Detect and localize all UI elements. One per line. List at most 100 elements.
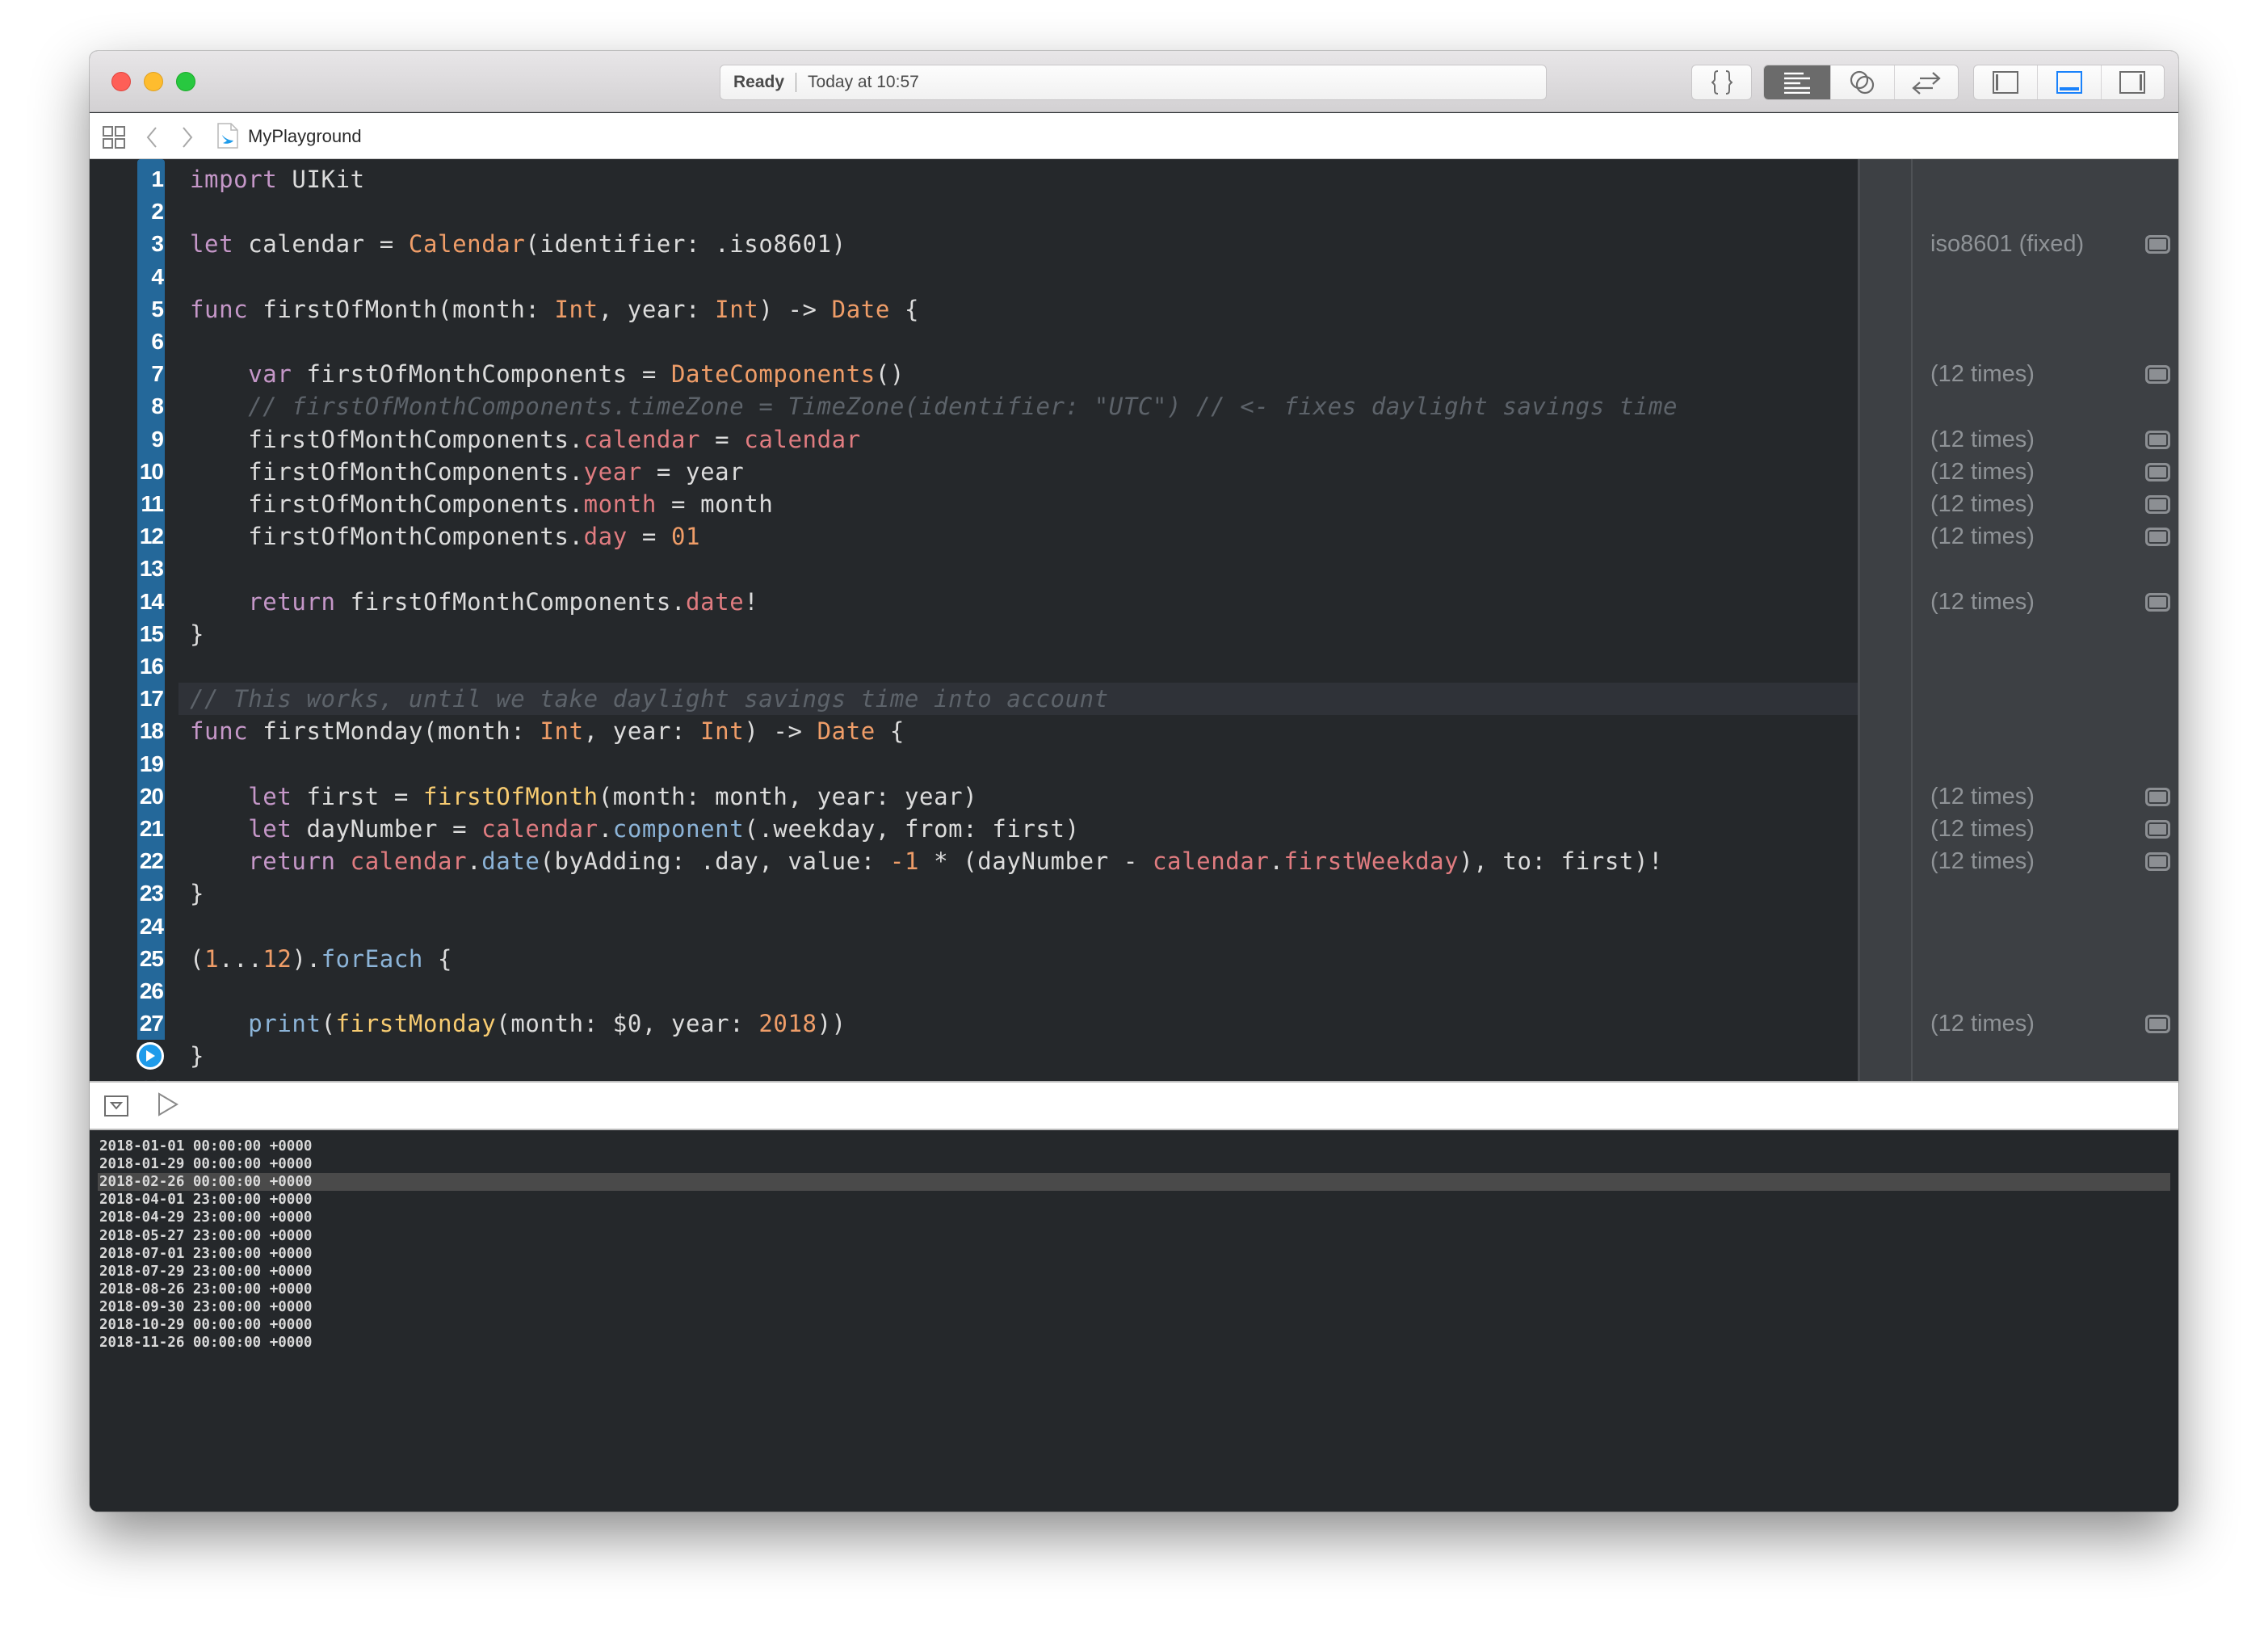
code-token: = month <box>656 490 774 518</box>
code-line[interactable] <box>90 650 1858 683</box>
code-token: firstMonday(month: <box>248 717 540 746</box>
code-token: * (dayNumber - <box>919 847 1153 876</box>
code-token: = <box>627 523 671 551</box>
toggle-debug-area-button[interactable] <box>2037 65 2100 99</box>
result-value: (12 times) <box>1930 816 2035 842</box>
code-line[interactable]: let calendar = Calendar(identifier: .iso… <box>90 228 1858 260</box>
code-line[interactable]: print(firstMonday(month: $0, year: 2018)… <box>90 1007 1858 1040</box>
console-line[interactable]: 2018-10-29 00:00:00 +0000 <box>98 1316 312 1334</box>
toggle-navigator-button[interactable] <box>1974 65 2037 99</box>
quick-look-icon[interactable] <box>2145 462 2170 481</box>
code-line[interactable] <box>90 326 1858 358</box>
code-token: ) -> <box>744 717 817 746</box>
activity-viewer: Ready Today at 10:57 <box>720 65 1547 100</box>
zoom-window-button[interactable] <box>176 72 195 91</box>
console-line[interactable]: 2018-01-01 00:00:00 +0000 <box>98 1137 312 1155</box>
standard-editor-button[interactable] <box>1764 65 1831 99</box>
code-snippet-button[interactable] <box>1691 65 1752 100</box>
code-line[interactable]: firstOfMonthComponents.year = year <box>90 456 1858 488</box>
quick-look-icon[interactable] <box>2145 1015 2170 1034</box>
console-line[interactable]: 2018-04-01 23:00:00 +0000 <box>98 1191 312 1209</box>
title-bar: Ready Today at 10:57 <box>90 51 2178 112</box>
console-line[interactable]: 2018-08-26 23:00:00 +0000 <box>98 1280 312 1298</box>
code-token: . <box>467 847 482 876</box>
source-editor[interactable]: 1 import UIKit 2 3 let calendar = Calendar(i… <box>90 159 1858 1081</box>
code-line[interactable]: let dayNumber = calendar.component(.week… <box>90 813 1858 845</box>
code-line[interactable]: let first = firstOfMonth(month: month, y… <box>90 780 1858 813</box>
code-line[interactable] <box>90 748 1858 780</box>
code-token: { <box>889 295 920 323</box>
quick-look-icon[interactable] <box>2145 365 2170 385</box>
code-line[interactable]: firstOfMonthComponents.day = 01 <box>90 520 1858 553</box>
code-token: Date <box>831 295 890 323</box>
code-line[interactable]: } <box>90 1040 1858 1072</box>
panel-toggle-control <box>1973 65 2165 100</box>
version-editor-button[interactable] <box>1893 65 1958 99</box>
assistant-editor-button[interactable] <box>1830 65 1893 99</box>
toggle-inspector-button[interactable] <box>2100 65 2164 99</box>
code-token: . <box>598 815 613 843</box>
quick-look-icon[interactable] <box>2145 528 2170 547</box>
quick-look-icon[interactable] <box>2145 430 2170 449</box>
code-line[interactable] <box>90 975 1858 1007</box>
code-line[interactable]: firstOfMonthComponents.calendar = calend… <box>90 423 1858 456</box>
code-text: var firstOfMonthComponents = DateCompone… <box>190 358 905 390</box>
console-line[interactable]: 2018-09-30 23:00:00 +0000 <box>98 1298 312 1316</box>
console-line[interactable]: 2018-11-26 00:00:00 +0000 <box>98 1334 312 1352</box>
code-line[interactable]: // firstOfMonthComponents.timeZone = Tim… <box>90 390 1858 423</box>
run-icon[interactable] <box>158 1092 178 1121</box>
quick-look-icon[interactable] <box>2145 852 2170 872</box>
console-line[interactable]: 2018-04-29 23:00:00 +0000 <box>98 1209 312 1226</box>
code-text: } <box>190 877 204 910</box>
code-token: -1 <box>889 847 920 876</box>
code-line[interactable]: firstOfMonthComponents.month = month <box>90 488 1858 520</box>
quick-look-icon[interactable] <box>2145 787 2170 806</box>
close-window-button[interactable] <box>111 72 131 91</box>
code-line[interactable]: (1...12).forEach { <box>90 943 1858 975</box>
code-line[interactable]: // This works, until we take daylight sa… <box>90 683 1858 715</box>
console-line[interactable]: 2018-05-27 23:00:00 +0000 <box>98 1227 312 1245</box>
code-line[interactable]: } <box>90 877 1858 910</box>
quick-look-icon[interactable] <box>2145 235 2170 254</box>
code-line[interactable]: import UIKit <box>90 163 1858 196</box>
back-chevron-icon[interactable] <box>145 126 159 153</box>
code-line[interactable] <box>90 196 1858 228</box>
quick-look-icon[interactable] <box>2145 495 2170 514</box>
console-line[interactable]: 2018-07-01 23:00:00 +0000 <box>98 1245 312 1263</box>
code-token: , year: <box>583 717 701 746</box>
code-line[interactable]: func firstMonday(month: Int, year: Int) … <box>90 715 1858 747</box>
minimize-window-button[interactable] <box>144 72 163 91</box>
code-line[interactable]: } <box>90 618 1858 650</box>
code-token: calendar <box>744 425 861 453</box>
console-line[interactable]: 2018-07-29 23:00:00 +0000 <box>98 1263 312 1280</box>
code-token: let <box>248 782 292 810</box>
code-line[interactable]: return firstOfMonthComponents.date! <box>90 586 1858 618</box>
version-editor-icon <box>1912 72 1941 95</box>
hide-debug-area-icon[interactable] <box>104 1095 128 1121</box>
code-line[interactable] <box>90 261 1858 293</box>
quick-look-icon[interactable] <box>2145 592 2170 612</box>
breadcrumb-file-name[interactable]: MyPlayground <box>248 126 362 147</box>
console-output[interactable]: 2018-01-01 00:00:00 +0000 2018-01-29 00:0… <box>90 1130 2178 1512</box>
code-line[interactable] <box>90 1073 1858 1081</box>
code-token: 12 <box>262 944 292 973</box>
code-token: first = <box>292 782 423 810</box>
quick-look-icon[interactable] <box>2145 820 2170 839</box>
code-line[interactable]: return calendar.date(byAdding: .day, val… <box>90 845 1858 877</box>
code-token: forEach <box>321 944 423 973</box>
related-items-icon[interactable] <box>103 126 125 153</box>
console-line[interactable]: 2018-02-26 00:00:00 +0000 <box>98 1173 2170 1192</box>
code-line[interactable]: var firstOfMonthComponents = DateCompone… <box>90 358 1858 390</box>
code-line[interactable]: func firstOfMonth(month: Int, year: Int)… <box>90 293 1858 326</box>
build-status: Ready <box>733 73 785 91</box>
code-line[interactable] <box>90 553 1858 585</box>
console-line[interactable]: 2018-01-29 00:00:00 +0000 <box>98 1155 312 1173</box>
code-line[interactable] <box>90 910 1858 943</box>
forward-chevron-icon[interactable] <box>180 126 195 153</box>
code-token: calendar = <box>233 230 409 259</box>
code-text: firstOfMonthComponents.year = year <box>190 456 744 488</box>
right-panel-icon <box>2119 71 2146 94</box>
code-token: year <box>583 457 642 486</box>
code-token: = year <box>641 457 745 486</box>
